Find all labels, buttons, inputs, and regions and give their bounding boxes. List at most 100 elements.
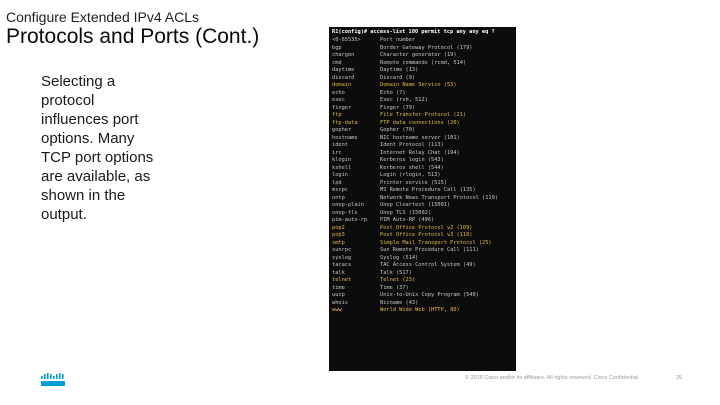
port-keyword: pim-auto-rp (332, 217, 368, 223)
terminal-row: daytime Daytime (13) (332, 67, 418, 75)
terminal-row: irc Internet Relay Chat (194) (332, 150, 460, 158)
port-description: File Transfer Protocol (21) (380, 112, 467, 118)
slide-title: Protocols and Ports (Cont.) (6, 25, 260, 48)
port-keyword: kshell (332, 164, 352, 171)
port-description: Echo (7) (380, 89, 406, 96)
port-description: Port number (380, 37, 416, 43)
port-description: Nicname (43) (380, 299, 419, 306)
port-description: PIM Auto-RP (496) (380, 217, 435, 223)
terminal-output: R1(config)# access-list 100 permit tcp a… (329, 27, 516, 371)
port-keyword: whois (332, 299, 348, 306)
port-keyword: hostname (332, 134, 358, 141)
port-description: Character generator (19) (380, 52, 457, 58)
port-description: NIC hostname server (101) (380, 134, 460, 141)
terminal-row: onep-tls Onep TLS (15002) (332, 210, 431, 218)
terminal-row: telnet Telnet (23) (332, 277, 415, 285)
body-paragraph: Selecting a protocol influences port opt… (41, 73, 154, 223)
port-description: Post Office Protocol v2 (109) (380, 224, 473, 231)
port-description: Finger (79) (380, 104, 416, 111)
terminal-row: ident Ident Protocol (113) (332, 142, 444, 150)
terminal-row: cmd Remote commands (rcmd, 514) (332, 60, 466, 68)
terminal-row: sunrpc Sun Remote Procedure Call (111) (332, 247, 479, 255)
terminal-row: hostname NIC hostname server (101) (332, 135, 460, 143)
port-description: Telnet (23) (380, 277, 416, 283)
terminal-row: ftp File Transfer Protocol (21) (332, 112, 466, 120)
port-keyword: uucp (332, 292, 345, 298)
terminal-row: finger Finger (79) (332, 105, 415, 113)
port-description: World Wide Web (HTTP, 80) (380, 307, 460, 313)
port-keyword: irc (332, 149, 342, 156)
terminal-row: nntp Network News Transport Protocol (119… (332, 195, 498, 203)
port-description: Border Gateway Protocol (179) (380, 44, 473, 51)
terminal-row: exec Exec (rsh, 512) (332, 97, 428, 105)
port-keyword: chargen (332, 52, 355, 58)
port-description: Talk (517) (380, 269, 412, 276)
port-keyword: tacacs (332, 262, 352, 268)
terminal-row: pim-auto-rp PIM Auto-RP (496) (332, 217, 434, 225)
port-keyword: smtp (332, 239, 345, 246)
port-keyword: syslog (332, 254, 352, 261)
port-description: Remote commands (rcmd, 514) (380, 59, 467, 66)
port-description: Gopher (70) (380, 127, 416, 133)
port-description: MS Remote Procedure Call (135) (380, 187, 476, 193)
cisco-logo-icon (41, 373, 65, 386)
terminal-row: msrpc MS Remote Procedure Call (135) (332, 187, 476, 195)
port-description: Internet Relay Chat (194) (380, 149, 460, 156)
terminal-row: pop2 Post Office Protocol v2 (109) (332, 225, 472, 233)
port-description: Domain Name Service (53) (380, 82, 457, 88)
port-description: Onep TLS (15002) (380, 209, 432, 216)
port-description: Kerberos login (543) (380, 157, 444, 163)
port-description: Simple Mail Transport Protocol (25) (380, 239, 492, 246)
port-description: Unix-to-Unix Copy Program (540) (380, 292, 479, 298)
port-keyword: daytime (332, 67, 355, 73)
port-description: FTP data connections (20) (380, 119, 460, 126)
port-keyword: sunrpc (332, 247, 352, 253)
terminal-row: time Time (37) (332, 285, 409, 293)
port-description: Kerberos shell (544) (380, 164, 444, 171)
port-keyword: www (332, 307, 342, 313)
port-keyword: pop2 (332, 224, 345, 231)
port-keyword: exec (332, 97, 345, 103)
port-keyword: ident (332, 142, 348, 148)
terminal-row: <0-65535> Port number (332, 37, 415, 45)
terminal-row: tacacs TAC Access Control System (49) (332, 262, 476, 270)
port-keyword: talk (332, 269, 345, 276)
terminal-row: pop3 Post Office Protocol v3 (110) (332, 232, 472, 240)
terminal-row: kshell Kerberos shell (544) (332, 165, 444, 173)
port-description: Sun Remote Procedure Call (111) (380, 247, 479, 253)
terminal-row: uucp Unix-to-Unix Copy Program (540) (332, 292, 479, 300)
terminal-row: login Login (rlogin, 513) (332, 172, 441, 180)
port-keyword: klogin (332, 157, 352, 163)
port-description: Syslog (514) (380, 254, 419, 261)
terminal-command: R1(config)# access-list 100 permit tcp a… (332, 29, 495, 35)
port-keyword: time (332, 284, 345, 291)
terminal-row: domain Domain Name Service (53) (332, 82, 457, 90)
port-keyword: login (332, 172, 348, 178)
terminal-row: talk Talk (517) (332, 270, 412, 278)
port-description: Daytime (13) (380, 67, 419, 73)
copyright-footer: © 2016 Cisco and/or its affiliates. All … (465, 375, 639, 381)
port-keyword: ftp-data (332, 119, 358, 126)
port-description: Onep Cleartext (15001) (380, 202, 451, 208)
port-description: Ident Protocol (113) (380, 142, 444, 148)
terminal-row: ftp-data FTP data connections (20) (332, 120, 460, 128)
port-keyword: cmd (332, 59, 342, 66)
port-description: Login (rlogin, 513) (380, 172, 441, 178)
port-description: Exec (rsh, 512) (380, 97, 428, 103)
port-keyword: finger (332, 104, 352, 111)
terminal-row: whois Nicname (43) (332, 300, 418, 308)
terminal-row: discard Discard (9) (332, 75, 415, 83)
terminal-row: bgp Border Gateway Protocol (179) (332, 45, 472, 53)
terminal-row: smtp Simple Mail Transport Protocol (25) (332, 240, 492, 248)
port-keyword: telnet (332, 277, 352, 283)
terminal-row: chargen Character generator (19) (332, 52, 457, 60)
terminal-row: gopher Gopher (70) (332, 127, 415, 135)
terminal-row: lpd Printer service (515) (332, 180, 447, 188)
terminal-row: onep-plain Onep Cleartext (15001) (332, 202, 450, 210)
port-keyword: discard (332, 74, 355, 81)
terminal-row: syslog Syslog (514) (332, 255, 418, 263)
page-number: 25 (676, 375, 683, 381)
port-description: Post Office Protocol v3 (110) (380, 232, 473, 238)
port-keyword: gopher (332, 127, 352, 133)
terminal-row: www World Wide Web (HTTP, 80) (332, 307, 460, 315)
